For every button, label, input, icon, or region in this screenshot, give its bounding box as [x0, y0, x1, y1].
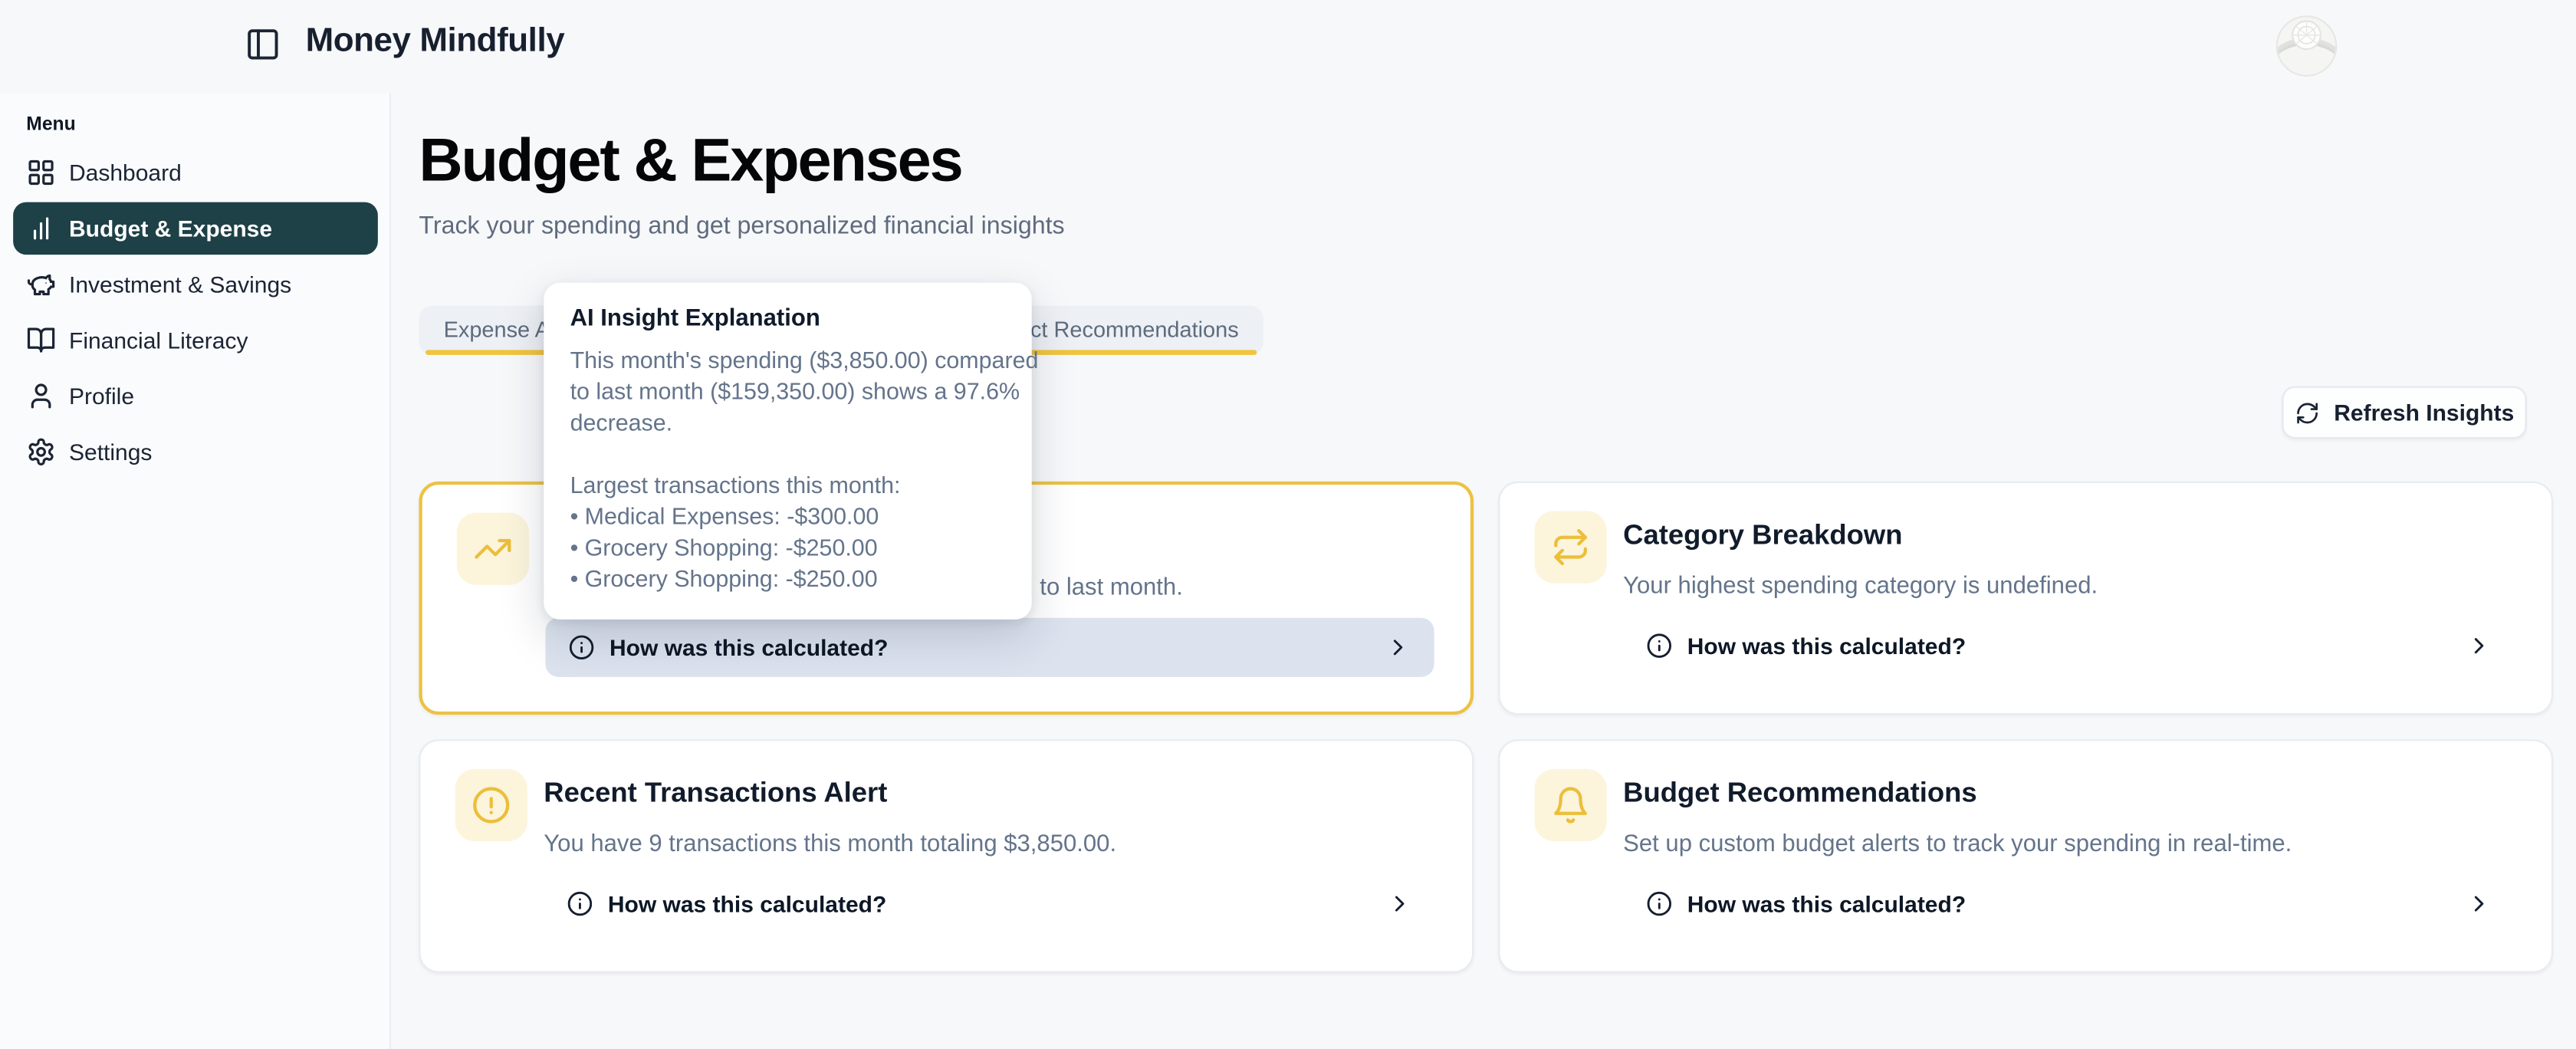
tooltip-line: decrease.: [570, 409, 1006, 441]
sidebar-item-financial-literacy[interactable]: Financial Literacy: [13, 314, 378, 367]
bell-icon: [1551, 785, 1590, 824]
how-calculated-label: How was this calculated?: [1687, 890, 1966, 916]
insight-card-recent-transactions[interactable]: Recent Transactions Alert You have 9 tra…: [419, 739, 1474, 972]
icon-chip: [457, 513, 529, 585]
info-icon: [1646, 890, 1672, 916]
ai-insight-tooltip: AI Insight Explanation This month's spen…: [544, 283, 1031, 620]
piggy-bank-icon: [26, 269, 56, 299]
app-root: Money Mindfully: [0, 0, 2576, 1049]
how-calculated-button[interactable]: How was this calculated?: [1623, 617, 2515, 676]
sidebar-item-dashboard[interactable]: Dashboard: [13, 146, 378, 199]
tooltip-title: AI Insight Explanation: [570, 306, 1006, 332]
sidebar-item-label: Budget & Expense: [69, 215, 272, 242]
avatar[interactable]: [2275, 15, 2338, 77]
tooltip-line: • Medical Expenses: -$300.00: [570, 503, 1006, 534]
tooltip-line: Largest transactions this month:: [570, 472, 1006, 503]
card-description: Set up custom budget alerts to track you…: [1623, 828, 2515, 861]
tooltip-line: to last month ($159,350.00) shows a 97.6…: [570, 378, 1006, 409]
info-icon: [567, 890, 593, 916]
sidebar-item-label: Financial Literacy: [69, 327, 248, 353]
sidebar-item-label: Dashboard: [69, 159, 182, 186]
how-calculated-button[interactable]: How was this calculated?: [544, 874, 1436, 933]
sidebar-menu-label: Menu: [26, 115, 75, 135]
card-title: Category Breakdown: [1623, 515, 1902, 557]
refresh-insights-button[interactable]: Refresh Insights: [2282, 386, 2526, 439]
user-icon: [26, 381, 56, 411]
tooltip-line-spacer: [570, 440, 1006, 472]
bar-chart-icon: [26, 214, 56, 244]
chevron-right-icon: [1387, 890, 1413, 916]
chevron-right-icon: [2466, 633, 2492, 659]
dashboard-grid-icon: [26, 158, 56, 188]
trending-up-icon: [473, 529, 512, 568]
sidebar-item-label: Investment & Savings: [69, 271, 291, 298]
page-title: Budget & Expenses: [419, 127, 961, 196]
sidebar-item-budget-expense[interactable]: Budget & Expense: [13, 202, 378, 255]
refresh-icon: [2295, 400, 2319, 425]
chevron-right-icon: [1385, 634, 1411, 660]
sidebar-toggle-button[interactable]: [243, 25, 282, 64]
tooltip-line: • Grocery Shopping: -$250.00: [570, 534, 1006, 565]
repeat-icon: [1551, 528, 1590, 567]
book-open-icon: [26, 325, 56, 355]
info-icon: [568, 634, 594, 660]
insight-card-category-breakdown[interactable]: Category Breakdown Your highest spending…: [1498, 482, 2553, 715]
alert-circle-icon: [472, 785, 511, 824]
sidebar-item-investment-savings[interactable]: Investment & Savings: [13, 258, 378, 311]
icon-chip: [1534, 769, 1606, 841]
tooltip-line: This month's spending ($3,850.00) compar…: [570, 347, 1006, 378]
card-title: Recent Transactions Alert: [544, 772, 887, 815]
sidebar-item-label: Profile: [69, 383, 134, 409]
top-header: Money Mindfully: [0, 0, 2576, 94]
page-subtitle: Track your spending and get personalized…: [419, 212, 1064, 239]
insight-card-budget-recommendations[interactable]: Budget Recommendations Set up custom bud…: [1498, 739, 2553, 972]
sidebar-item-label: Settings: [69, 439, 152, 465]
card-description: You have 9 transactions this month total…: [544, 828, 1436, 861]
chevron-right-icon: [2466, 890, 2492, 916]
gear-icon: [26, 437, 56, 467]
how-calculated-label: How was this calculated?: [1687, 633, 1966, 659]
how-calculated-label: How was this calculated?: [610, 634, 888, 660]
avatar-image: [2275, 15, 2338, 77]
sidebar-item-profile[interactable]: Profile: [13, 370, 378, 423]
info-icon: [1646, 633, 1672, 659]
app-title: Money Mindfully: [306, 21, 565, 61]
sidebar: Menu Dashboard Budget & Expense Investme…: [0, 94, 391, 1049]
card-title: Budget Recommendations: [1623, 772, 1976, 815]
card-description: Your highest spending category is undefi…: [1623, 571, 2515, 603]
sidebar-item-settings[interactable]: Settings: [13, 426, 378, 478]
sidebar-nav: Dashboard Budget & Expense Investment & …: [0, 146, 391, 478]
how-calculated-label: How was this calculated?: [608, 890, 886, 916]
refresh-insights-label: Refresh Insights: [2334, 400, 2514, 426]
how-calculated-button[interactable]: How was this calculated?: [1623, 874, 2515, 933]
icon-chip: [455, 769, 527, 841]
panel-left-icon: [245, 26, 281, 62]
tooltip-line: • Grocery Shopping: -$250.00: [570, 565, 1006, 597]
icon-chip: [1534, 511, 1606, 583]
how-calculated-button[interactable]: How was this calculated?: [545, 618, 1434, 677]
